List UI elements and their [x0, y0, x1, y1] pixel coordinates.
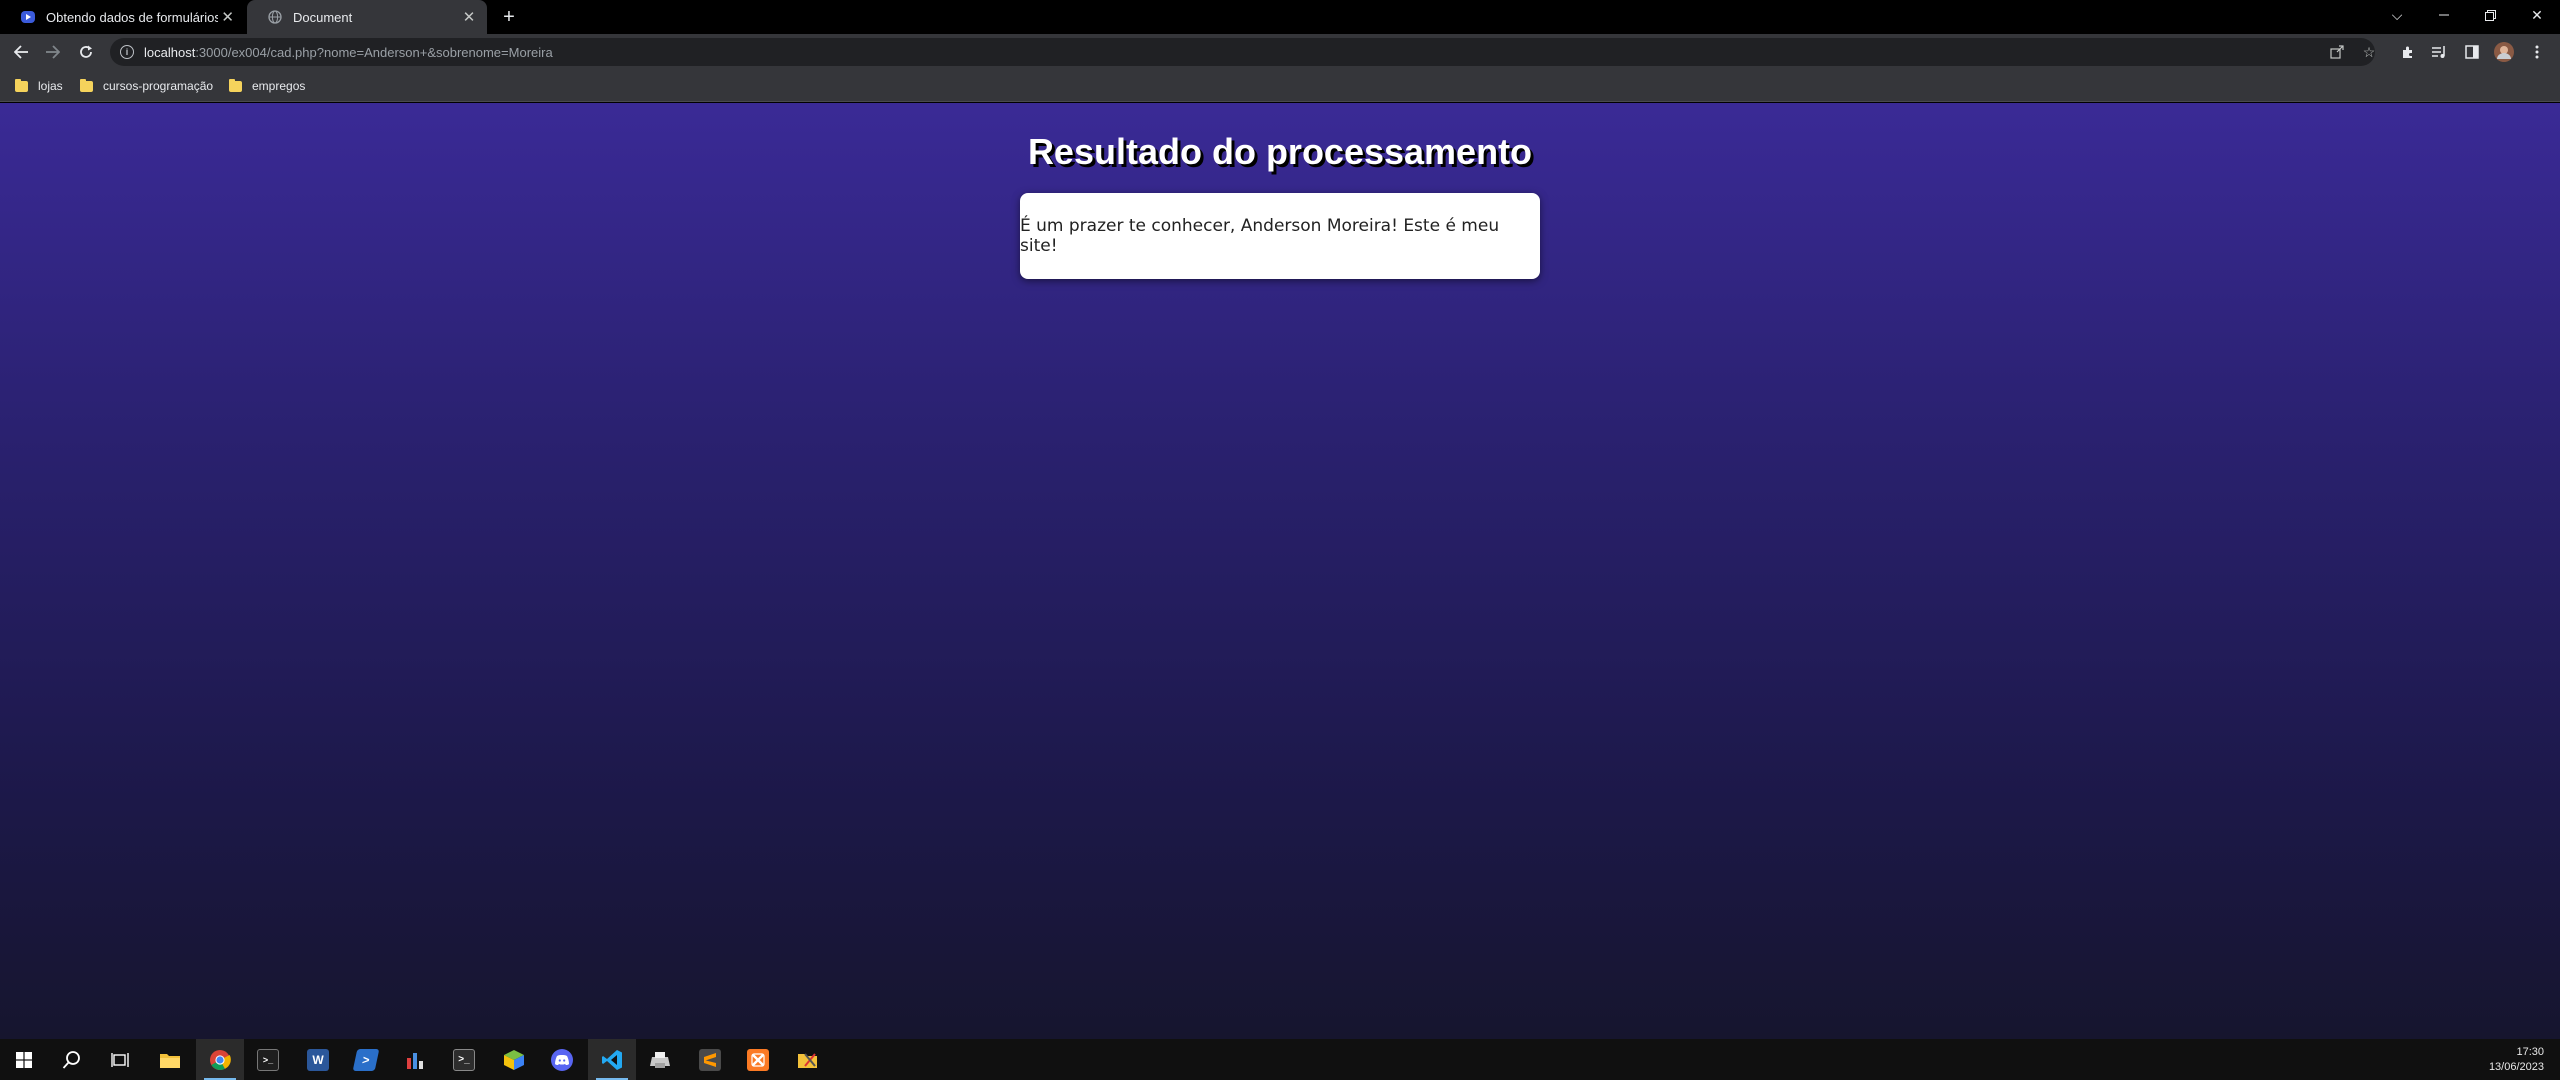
minimize-button[interactable]	[2421, 0, 2467, 30]
word-icon[interactable]: W	[294, 1039, 342, 1080]
chrome-icon[interactable]	[196, 1039, 244, 1080]
bookmark-empregos[interactable]: empregos	[229, 77, 305, 95]
system-clock[interactable]: 17:30 13/06/2023	[2480, 1039, 2560, 1080]
folder-icon	[80, 78, 93, 92]
powershell-icon[interactable]: >	[342, 1039, 390, 1080]
side-panel-icon[interactable]	[2462, 42, 2482, 62]
result-message: É um prazer te conhecer, Anderson Moreir…	[1020, 216, 1500, 256]
search-icon[interactable]	[48, 1039, 96, 1080]
bookmark-cursos-programacao[interactable]: cursos-programação	[80, 77, 213, 95]
menu-dots-icon[interactable]	[2527, 42, 2547, 62]
tab-document[interactable]: Document ✕	[247, 0, 487, 34]
bookmark-star-icon[interactable]: ☆	[2359, 42, 2379, 62]
tab-title: Obtendo dados de formulários c	[46, 9, 219, 25]
page-title: Resultado do processamento	[1027, 131, 1533, 172]
cmd-icon: >_	[257, 1048, 279, 1071]
clock-date: 13/06/2023	[2488, 1060, 2544, 1073]
vscode-icon[interactable]	[588, 1039, 636, 1080]
curso-em-video-icon	[20, 9, 36, 25]
browser-toolbar: i localhost:3000/ex004/cad.php?nome=Ande…	[0, 34, 2560, 70]
page-content: Resultado do processamento É um prazer t…	[0, 103, 2560, 1039]
bookmark-lojas[interactable]: lojas	[15, 77, 63, 95]
tab-title: Document	[293, 9, 353, 25]
tab-obtendo-dados[interactable]: Obtendo dados de formulários c ✕	[0, 0, 245, 34]
profile-avatar[interactable]	[2494, 42, 2514, 62]
printer-app-icon[interactable]	[636, 1039, 684, 1080]
windows-taskbar: >_ W > >_ 17:30 13/06/2023	[0, 1039, 2560, 1080]
restore-button[interactable]	[2467, 0, 2513, 30]
close-tab-icon[interactable]: ✕	[459, 7, 479, 27]
back-button[interactable]	[9, 40, 33, 64]
folder-icon	[15, 78, 28, 92]
new-tab-button[interactable]: +	[498, 6, 520, 28]
globe-icon	[267, 9, 283, 25]
forward-button[interactable]	[41, 40, 65, 64]
tab-strip: Obtendo dados de formulários c ✕ Documen…	[0, 0, 2560, 34]
folder-icon	[229, 78, 242, 92]
reload-button[interactable]	[74, 40, 98, 64]
close-window-button[interactable]: ✕	[2514, 0, 2560, 30]
extensions-icon[interactable]	[2398, 42, 2418, 62]
task-view-icon[interactable]	[96, 1039, 144, 1080]
result-card: É um prazer te conhecer, Anderson Moreir…	[1020, 193, 1540, 279]
sublime-text-icon[interactable]	[686, 1039, 734, 1080]
share-icon[interactable]	[2327, 42, 2347, 62]
site-info-icon[interactable]: i	[120, 45, 134, 59]
close-tab-icon[interactable]: ✕	[218, 7, 237, 27]
tools-folder-icon[interactable]	[784, 1039, 832, 1080]
chart-app-icon[interactable]	[392, 1039, 440, 1080]
clock-time: 17:30	[2516, 1045, 2544, 1058]
url-text: localhost:3000/ex004/cad.php?nome=Anders…	[144, 44, 553, 60]
xampp-icon[interactable]	[734, 1039, 782, 1080]
bluestacks-icon[interactable]	[490, 1039, 538, 1080]
tab-search-chevron-icon[interactable]: ⌵	[2374, 0, 2420, 30]
media-control-icon[interactable]	[2430, 42, 2450, 62]
discord-icon[interactable]	[538, 1039, 586, 1080]
file-explorer-icon[interactable]	[146, 1039, 194, 1080]
windows-terminal-icon[interactable]: >_	[440, 1039, 488, 1080]
start-button[interactable]	[0, 1039, 48, 1080]
terminal-app-icon[interactable]: >_	[244, 1039, 292, 1080]
address-bar[interactable]: i localhost:3000/ex004/cad.php?nome=Ande…	[110, 38, 2375, 66]
bookmarks-bar: lojas cursos-programação empregos	[0, 70, 2560, 102]
